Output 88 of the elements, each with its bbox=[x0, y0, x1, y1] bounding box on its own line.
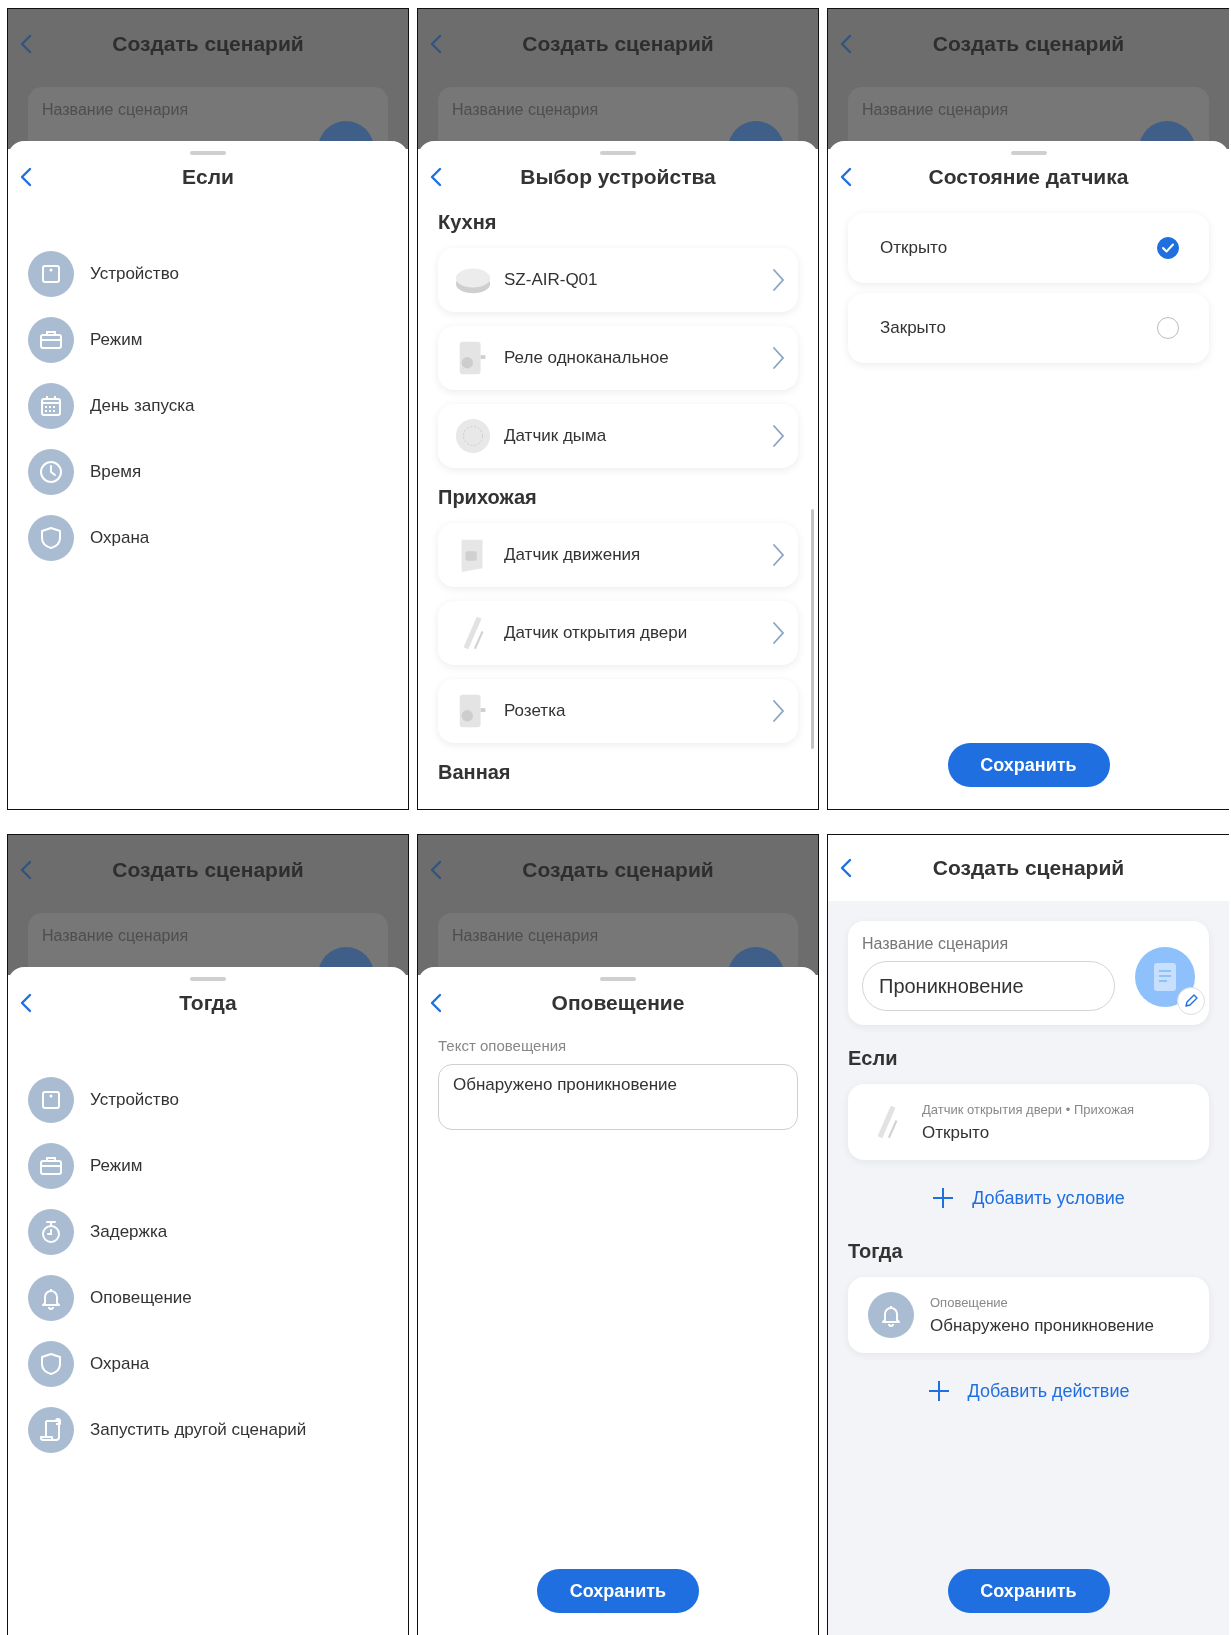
device-card[interactable]: Датчик движения bbox=[438, 523, 798, 587]
scrollbar[interactable] bbox=[811, 509, 814, 749]
device-card[interactable]: SZ-AIR-Q01 bbox=[438, 248, 798, 312]
stopwatch-icon bbox=[28, 1209, 74, 1255]
shield-icon bbox=[28, 515, 74, 561]
bell-icon bbox=[868, 1292, 914, 1338]
section-heading: Тогда bbox=[848, 1240, 904, 1263]
sheet-title: Выбор устройства bbox=[520, 165, 716, 189]
device-card[interactable]: Розетка bbox=[438, 679, 798, 743]
chevron-icon bbox=[772, 268, 784, 292]
card-value: Обнаружено проникновение bbox=[930, 1315, 1155, 1336]
screen-title: Создать сценарий bbox=[932, 32, 1125, 56]
back-icon[interactable] bbox=[20, 167, 32, 187]
save-button[interactable]: Сохранить bbox=[537, 1569, 699, 1613]
chevron-icon bbox=[772, 621, 784, 645]
menu-item[interactable]: Режим bbox=[28, 1143, 388, 1189]
screen-title: Создать сценарий bbox=[112, 858, 304, 882]
rule-card[interactable]: Датчик открытия двери • Прихожая Открыто bbox=[848, 1084, 1209, 1160]
menu-item[interactable]: Устройство bbox=[28, 251, 388, 297]
device-card[interactable]: Реле одноканальное bbox=[438, 326, 798, 390]
chevron-icon bbox=[772, 699, 784, 723]
pencil-icon bbox=[1183, 993, 1199, 1009]
sheet-handle[interactable] bbox=[190, 977, 226, 981]
add-button[interactable]: Добавить условие bbox=[926, 1186, 1131, 1210]
device-card[interactable]: Датчик открытия двери bbox=[438, 601, 798, 665]
plus-icon bbox=[932, 1187, 955, 1209]
section-heading: Если bbox=[848, 1047, 899, 1070]
save-button[interactable]: Сохранить bbox=[947, 743, 1110, 787]
bell-icon bbox=[28, 1275, 74, 1321]
group-heading: Прихожая bbox=[438, 486, 538, 509]
field-label: Название сценария bbox=[862, 935, 1010, 953]
briefcase-icon bbox=[28, 317, 74, 363]
add-button[interactable]: Добавить действие bbox=[921, 1379, 1136, 1403]
check-icon bbox=[1161, 241, 1175, 255]
briefcase-icon bbox=[28, 1143, 74, 1189]
save-button[interactable]: Сохранить bbox=[947, 1569, 1110, 1613]
sheet-handle[interactable] bbox=[600, 151, 636, 155]
back-icon[interactable] bbox=[840, 167, 852, 187]
screen-title: Создать сценарий bbox=[522, 858, 714, 882]
menu-item[interactable]: Задержка bbox=[28, 1209, 388, 1255]
back-icon[interactable] bbox=[430, 167, 442, 187]
rule-card[interactable]: Оповещение Обнаружено проникновение bbox=[848, 1277, 1209, 1353]
menu-item[interactable]: Охрана bbox=[28, 1341, 388, 1387]
device-icon bbox=[28, 1077, 74, 1123]
option-card[interactable]: Открыто bbox=[848, 213, 1209, 283]
radio-button[interactable] bbox=[1157, 237, 1179, 259]
chevron-icon bbox=[772, 346, 784, 370]
sheet-handle[interactable] bbox=[190, 151, 226, 155]
menu-item[interactable]: Запустить другой сценарий bbox=[28, 1407, 388, 1453]
edit-button[interactable] bbox=[1177, 987, 1205, 1015]
group-heading: Ванная bbox=[438, 761, 512, 784]
menu-item[interactable]: Охрана bbox=[28, 515, 388, 561]
sheet-title: Тогда bbox=[179, 991, 237, 1015]
back-icon[interactable] bbox=[840, 858, 852, 878]
menu-item[interactable]: День запуска bbox=[28, 383, 388, 429]
screen-title: Создать сценарий bbox=[932, 856, 1125, 880]
name-field[interactable]: Проникновение bbox=[862, 961, 1115, 1011]
sheet-title: Состояние датчика bbox=[928, 165, 1129, 189]
text-field[interactable]: Обнаружено проникновение bbox=[438, 1064, 798, 1130]
menu-item[interactable]: Устройство bbox=[28, 1077, 388, 1123]
sheet-title: Если bbox=[182, 165, 234, 189]
document-icon bbox=[1135, 947, 1195, 1007]
screen-title: Создать сценарий bbox=[522, 32, 714, 56]
device-card[interactable]: Датчик дыма bbox=[438, 404, 798, 468]
calendar-icon bbox=[28, 383, 74, 429]
clock-icon bbox=[28, 449, 74, 495]
plus-icon bbox=[927, 1380, 950, 1402]
sheet-handle[interactable] bbox=[1010, 151, 1047, 155]
device-icon bbox=[28, 251, 74, 297]
card-value: Открыто bbox=[922, 1122, 991, 1143]
screen-title: Создать сценарий bbox=[112, 32, 304, 56]
sheet-handle[interactable] bbox=[600, 977, 636, 981]
scroll-icon bbox=[28, 1407, 74, 1453]
group-heading: Кухня bbox=[438, 211, 498, 234]
chevron-icon bbox=[772, 424, 784, 448]
back-icon[interactable] bbox=[430, 993, 442, 1013]
sheet-title: Оповещение bbox=[551, 991, 685, 1015]
card-caption: Датчик открытия двери • Прихожая bbox=[922, 1101, 1135, 1117]
round-sensor-drawing bbox=[454, 416, 492, 456]
menu-item[interactable]: Оповещение bbox=[28, 1275, 388, 1321]
field-label: Текст оповещения bbox=[437, 1036, 568, 1056]
menu-item[interactable]: Время bbox=[28, 449, 388, 495]
option-card[interactable]: Закрыто bbox=[848, 293, 1209, 363]
back-icon[interactable] bbox=[20, 993, 32, 1013]
menu-item[interactable]: Режим bbox=[28, 317, 388, 363]
card-caption: Оповещение bbox=[930, 1294, 1009, 1310]
shield-icon bbox=[28, 1341, 74, 1387]
chevron-icon bbox=[772, 543, 784, 567]
